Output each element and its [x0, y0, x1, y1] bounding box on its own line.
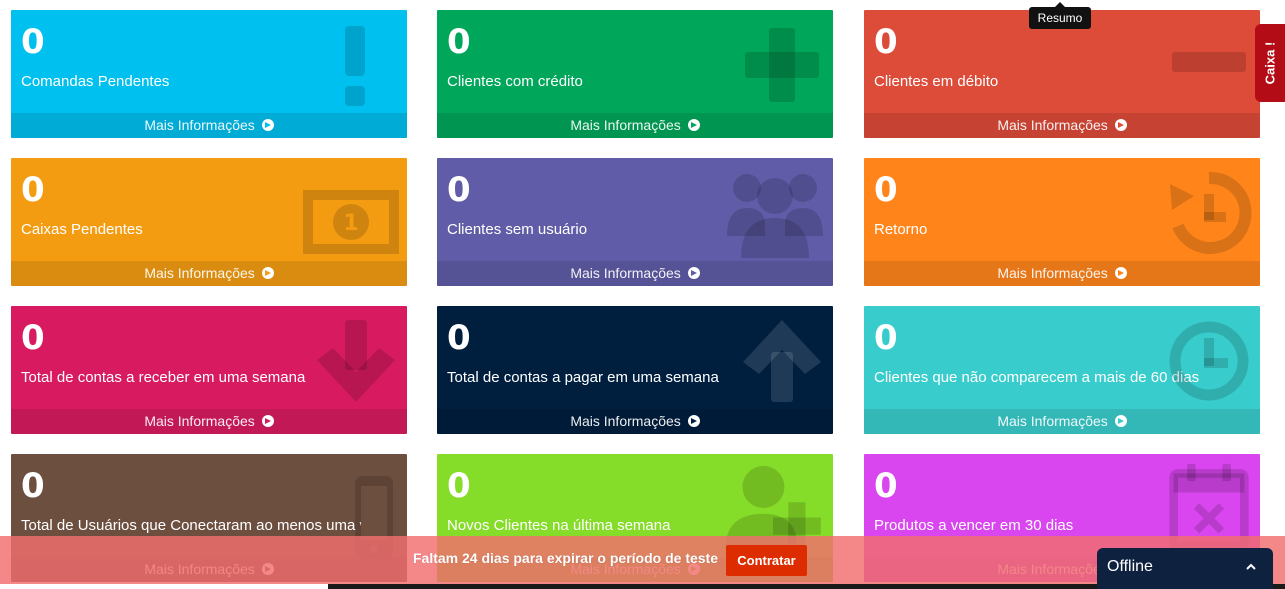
more-info-link[interactable]: Mais Informações: [864, 409, 1260, 434]
arrow-circle-right-icon: [687, 119, 700, 131]
contratar-button[interactable]: Contratar: [726, 545, 807, 576]
arrow-circle-right-icon: [261, 415, 274, 427]
more-info-link[interactable]: Mais Informações: [11, 261, 407, 286]
info-box-label: Novos Clientes na última semana: [447, 517, 671, 534]
arrow-circle-right-icon: [687, 415, 700, 427]
info-box-label: Total de contas a pagar em uma semana: [447, 369, 719, 386]
trial-notification-bar: Faltam 24 dias para expirar o período de…: [0, 536, 1285, 584]
arrow-circle-right-icon: [261, 267, 274, 279]
chevron-up-icon[interactable]: [1245, 561, 1257, 573]
info-box-value: 0: [447, 318, 471, 358]
info-box-caixas-pendentes: 0 Caixas Pendentes 1 Mais Informações: [11, 158, 407, 286]
arrow-down-icon: [317, 320, 395, 402]
arrow-circle-right-icon: [1114, 415, 1127, 427]
more-info-link[interactable]: Mais Informações: [864, 261, 1260, 286]
users-icon: [727, 174, 823, 258]
more-info-link[interactable]: Mais Informações: [437, 113, 833, 138]
arrow-circle-right-icon: [1114, 267, 1127, 279]
info-box-value: 0: [874, 170, 898, 210]
chat-status: Offline: [1107, 558, 1153, 575]
resumo-tooltip: Resumo: [1029, 2, 1091, 29]
info-box-label: Comandas Pendentes: [21, 73, 170, 90]
info-box-value: 0: [874, 318, 898, 358]
caixa-side-tab[interactable]: Caixa !: [1255, 24, 1285, 102]
arrow-up-icon: [743, 320, 821, 402]
info-box-label: Clientes sem usuário: [447, 221, 588, 238]
info-box-label: Clientes que não comparecem a mais de 60…: [874, 369, 1200, 386]
clock-icon: [1169, 321, 1249, 401]
more-info-label: Mais Informações: [997, 117, 1108, 133]
info-box-clientes-sem-usuario: 0 Clientes sem usuário Mais Informações: [437, 158, 833, 286]
arrow-circle-right-icon: [1114, 119, 1127, 131]
trial-message: Faltam 24 dias para expirar o período de…: [413, 550, 718, 566]
more-info-label: Mais Informações: [570, 265, 681, 281]
more-info-link[interactable]: Mais Informações: [437, 261, 833, 286]
info-box-label: Clientes com crédito: [447, 73, 583, 90]
history-icon: [1170, 171, 1252, 254]
info-box-value: 0: [874, 22, 898, 62]
more-info-label: Mais Informações: [570, 117, 681, 133]
exclamation-icon: [345, 26, 365, 106]
money-bill-icon: 1: [303, 190, 399, 254]
info-box-comandas-pendentes: 0 Comandas Pendentes Mais Informações: [11, 10, 407, 138]
info-box-label: Total de contas a receber em uma semana: [21, 369, 306, 386]
info-box-value: 0: [21, 466, 45, 506]
plus-icon: [745, 28, 819, 102]
info-box-label: Clientes em débito: [874, 73, 999, 90]
info-box-value: 0: [21, 318, 45, 358]
chat-widget-offline[interactable]: Offline: [1097, 548, 1273, 589]
more-info-label: Mais Informações: [144, 117, 255, 133]
arrow-circle-right-icon: [261, 119, 274, 131]
info-box-clientes-em-debito: 0 Clientes em débito Mais Informações: [864, 10, 1260, 138]
more-info-label: Mais Informações: [997, 265, 1108, 281]
info-box-value: 0: [447, 170, 471, 210]
more-info-link[interactable]: Mais Informações: [11, 113, 407, 138]
info-box-value: 0: [447, 466, 471, 506]
svg-text:1: 1: [343, 211, 358, 236]
info-box-contas-a-receber: 0 Total de contas a receber em uma seman…: [11, 306, 407, 434]
more-info-label: Mais Informações: [997, 413, 1108, 429]
more-info-link[interactable]: Mais Informações: [437, 409, 833, 434]
more-info-link[interactable]: Mais Informações: [864, 113, 1260, 138]
more-info-label: Mais Informações: [570, 413, 681, 429]
info-box-value: 0: [874, 466, 898, 506]
arrow-circle-right-icon: [687, 267, 700, 279]
info-box-label: Produtos a vencer em 30 dias: [874, 517, 1074, 534]
info-box-label: Retorno: [874, 221, 928, 238]
more-info-label: Mais Informações: [144, 413, 255, 429]
more-info-label: Mais Informações: [144, 265, 255, 281]
info-box-contas-a-pagar: 0 Total de contas a pagar em uma semana …: [437, 306, 833, 434]
info-box-label: Total de Usuários que Conectaram ao meno…: [21, 517, 383, 534]
info-box-clientes-com-credito: 0 Clientes com crédito Mais Informações: [437, 10, 833, 138]
info-box-clientes-nao-comparecem: 0 Clientes que não comparecem a mais de …: [864, 306, 1260, 434]
more-info-link[interactable]: Mais Informações: [11, 409, 407, 434]
info-box-value: 0: [447, 22, 471, 62]
info-box-retorno: 0 Retorno Mais Informações: [864, 158, 1260, 286]
info-box-value: 0: [21, 22, 45, 62]
info-box-value: 0: [21, 170, 45, 210]
info-box-label: Caixas Pendentes: [21, 221, 143, 238]
caixa-tab-label: Caixa: [1262, 49, 1278, 85]
exclamation-icon: !: [1262, 41, 1278, 47]
minus-icon: [1172, 52, 1246, 72]
